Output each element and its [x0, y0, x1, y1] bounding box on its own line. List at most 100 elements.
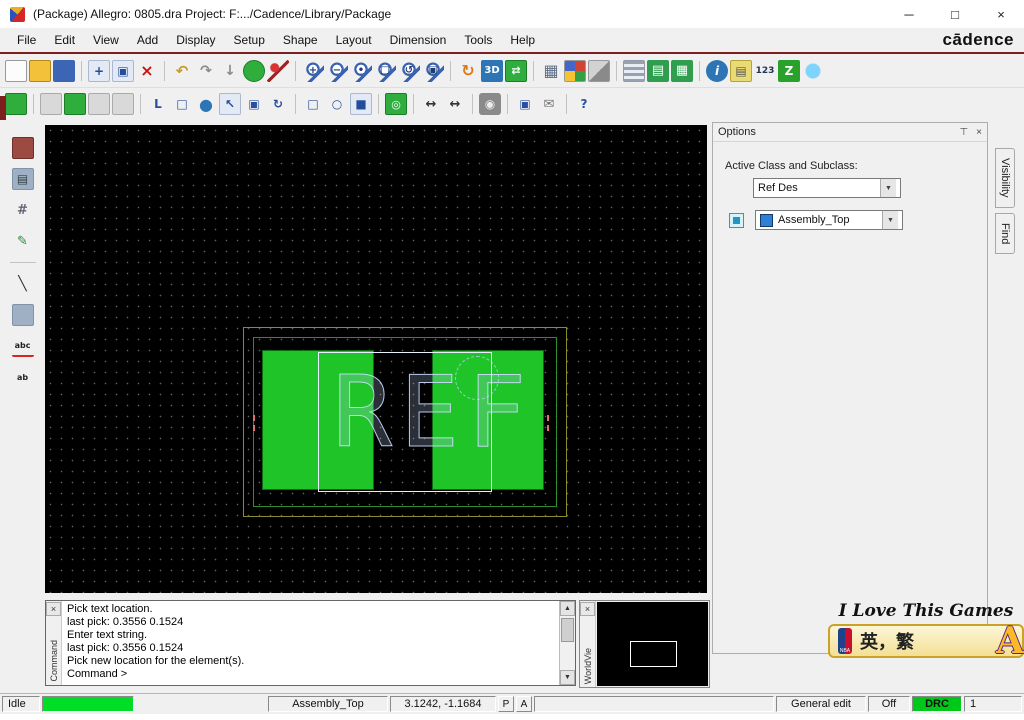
cross-section-icon[interactable]: [623, 59, 645, 82]
select-cursor-icon[interactable]: ↖: [219, 93, 241, 115]
drc-indicator[interactable]: DRC: [912, 696, 962, 712]
info-icon[interactable]: i: [706, 59, 728, 82]
paste-icon[interactable]: ↓: [219, 60, 241, 82]
menu-file[interactable]: File: [8, 28, 45, 52]
save-icon[interactable]: [53, 59, 75, 82]
menu-edit[interactable]: Edit: [45, 28, 84, 52]
world-view-map[interactable]: [597, 602, 708, 686]
options-close-icon[interactable]: ×: [976, 127, 982, 138]
shape-select-icon[interactable]: [40, 93, 62, 115]
layer-tool-icon[interactable]: ▤: [11, 168, 34, 190]
class-select[interactable]: Ref Des ▼: [753, 178, 901, 198]
subclass-enable-checkbox[interactable]: [729, 212, 744, 228]
add-circle-icon[interactable]: ●: [195, 93, 217, 115]
move-icon[interactable]: +: [88, 59, 110, 82]
menu-view[interactable]: View: [84, 28, 128, 52]
shape-edit-icon[interactable]: [64, 93, 86, 115]
tab-visibility[interactable]: Visibility: [995, 148, 1015, 208]
new-file-icon[interactable]: [5, 59, 27, 82]
reports-icon[interactable]: ▤: [730, 59, 752, 82]
snapshot-icon[interactable]: ◉: [479, 93, 501, 115]
sketch-icon[interactable]: ✎: [12, 230, 34, 252]
copy-icon[interactable]: ▣: [112, 59, 134, 82]
fix-icon[interactable]: [243, 59, 265, 82]
menu-tools[interactable]: Tools: [455, 28, 501, 52]
add-text-icon[interactable]: abc: [11, 335, 34, 357]
grid-points-icon[interactable]: #: [12, 199, 34, 221]
line-tool-icon[interactable]: ╲: [12, 273, 34, 295]
circle-outline-icon[interactable]: ○: [326, 93, 348, 115]
redraw-icon[interactable]: ↻: [457, 60, 479, 82]
3d-view-icon[interactable]: 3D: [481, 59, 503, 82]
text-style-icon[interactable]: ab: [12, 366, 34, 388]
dimension-icon[interactable]: ↔: [420, 93, 442, 115]
worldview-close-icon[interactable]: ×: [580, 602, 595, 616]
menu-shape[interactable]: Shape: [274, 28, 327, 52]
rect-outline-icon[interactable]: □: [302, 93, 324, 115]
menu-help[interactable]: Help: [501, 28, 544, 52]
pin-icon[interactable]: ⊤: [959, 127, 968, 138]
chevron-down-icon[interactable]: ▼: [882, 211, 898, 229]
angle-button[interactable]: A: [516, 696, 532, 712]
etch-tool-icon[interactable]: [11, 137, 34, 159]
export-mail-icon[interactable]: ✉: [538, 93, 560, 115]
delete-icon[interactable]: ×: [136, 60, 158, 82]
console-scrollbar[interactable]: ▲ ▼: [559, 601, 575, 685]
undo-icon[interactable]: ↶: [171, 60, 193, 82]
design-canvas[interactable]: REF: [45, 125, 707, 593]
menu-setup[interactable]: Setup: [225, 28, 274, 52]
zoom-in-icon[interactable]: +: [302, 59, 324, 82]
redo-icon[interactable]: ↷: [195, 60, 217, 82]
rotate-icon[interactable]: ↻: [267, 93, 289, 115]
color-dialog-icon[interactable]: [564, 59, 586, 82]
scroll-up-icon[interactable]: ▲: [560, 601, 575, 616]
scroll-thumb[interactable]: [561, 618, 574, 642]
shape-merge-icon[interactable]: [88, 93, 110, 115]
region-select-icon[interactable]: ■: [350, 93, 372, 115]
globe-icon[interactable]: [802, 59, 824, 82]
zoom-out-icon[interactable]: −: [326, 59, 348, 82]
world-view-extent[interactable]: [630, 641, 677, 667]
auto-number-icon[interactable]: 123: [754, 60, 776, 82]
subclass-select[interactable]: Assembly_Top ▼: [755, 210, 903, 230]
waive-drc-icon[interactable]: Z: [778, 59, 800, 82]
tab-find[interactable]: Find: [995, 212, 1015, 254]
add-rect-icon[interactable]: □: [171, 93, 193, 115]
help-icon[interactable]: ?: [573, 93, 595, 115]
spreadsheet-icon[interactable]: ▦: [671, 59, 693, 82]
grid-icon[interactable]: ▦: [540, 60, 562, 82]
property-edit-icon[interactable]: ▤: [647, 59, 669, 82]
maximize-button[interactable]: □: [932, 0, 978, 28]
flip-design-icon[interactable]: ⇄: [505, 59, 527, 82]
scroll-down-icon[interactable]: ▼: [560, 670, 575, 685]
padstack-icon[interactable]: ◎: [385, 93, 407, 115]
pick-button[interactable]: P: [498, 696, 514, 712]
ime-language-text[interactable]: 英，繁: [860, 628, 914, 654]
console-log[interactable]: Pick text location. last pick: 0.3556 0.…: [62, 601, 559, 685]
close-button[interactable]: ×: [978, 0, 1024, 28]
shape-delete-icon[interactable]: [112, 93, 134, 115]
shape-add-icon[interactable]: [5, 93, 27, 115]
measure-icon[interactable]: ↔: [444, 93, 466, 115]
chevron-down-icon[interactable]: ▼: [880, 179, 896, 197]
console-prompt[interactable]: Command >: [67, 668, 554, 681]
shape-tool-icon[interactable]: [11, 304, 34, 326]
copy-objects-icon[interactable]: ▣: [514, 93, 536, 115]
menu-add[interactable]: Add: [128, 28, 167, 52]
menu-dimension[interactable]: Dimension: [381, 28, 456, 52]
zoom-previous-icon[interactable]: ↺: [398, 59, 420, 82]
zoom-fit-icon[interactable]: □: [374, 59, 396, 82]
console-close-icon[interactable]: ×: [46, 602, 61, 616]
open-file-icon[interactable]: [29, 59, 51, 82]
ime-toolbar[interactable]: NBA 英，繁 A: [828, 620, 1024, 662]
text-frame-icon[interactable]: ▣: [243, 93, 265, 115]
minimize-button[interactable]: ─: [886, 0, 932, 28]
shadow-mode-icon[interactable]: [588, 59, 610, 82]
refdes-ghost-text[interactable]: REF: [332, 359, 534, 468]
pushpin-icon[interactable]: [267, 59, 289, 82]
zoom-world-icon[interactable]: ▣: [422, 59, 444, 82]
menu-display[interactable]: Display: [167, 28, 224, 52]
zoom-points-icon[interactable]: •: [350, 59, 372, 82]
add-line-icon[interactable]: L: [147, 93, 169, 115]
menu-layout[interactable]: Layout: [327, 28, 381, 52]
